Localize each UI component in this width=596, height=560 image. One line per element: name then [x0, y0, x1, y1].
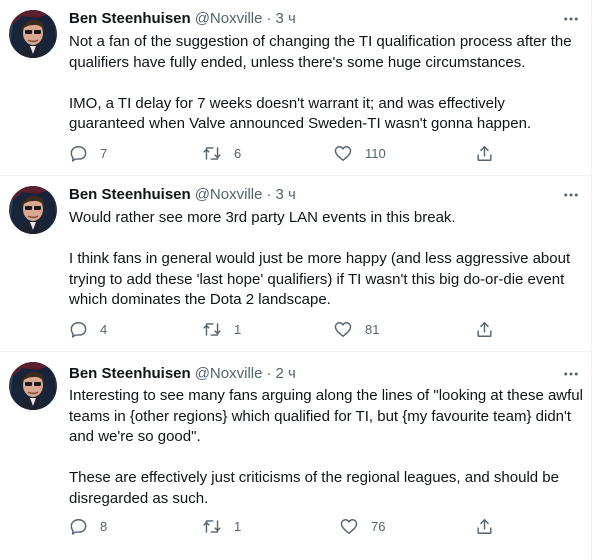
retweet-count: 1: [234, 321, 242, 337]
tweet-actions: 7 6 110: [69, 143, 499, 163]
tweet-timestamp[interactable]: 2 ч: [275, 365, 295, 382]
tweet-actions: 4 1 81: [69, 319, 499, 339]
tweet-text: Not a fan of the suggestion of changing …: [69, 32, 584, 135]
tweet[interactable]: Ben Steenhuisen @Noxville · 3 ч Not a fan o…: [0, 0, 592, 176]
retweet-button[interactable]: 6: [202, 143, 241, 163]
tweet-header: Ben Steenhuisen @Noxville · 3 ч: [69, 185, 296, 205]
tweet-paragraph: Interesting to see many fans arguing alo…: [69, 387, 583, 445]
share-icon: [477, 145, 492, 161]
more-icon: [564, 17, 578, 21]
author-name[interactable]: Ben Steenhuisen: [69, 10, 191, 27]
avatar-image: [9, 10, 57, 58]
tweet[interactable]: Ben Steenhuisen @Noxville · 3 ч Would rathe…: [0, 176, 592, 352]
retweet-count: 6: [234, 145, 242, 161]
avatar[interactable]: [9, 10, 57, 58]
share-icon: [477, 518, 492, 534]
avatar[interactable]: [9, 186, 57, 234]
author-name[interactable]: Ben Steenhuisen: [69, 186, 191, 203]
retweet-icon: [203, 519, 221, 533]
separator-dot: ·: [266, 365, 272, 382]
tweet-timestamp[interactable]: 3 ч: [275, 10, 295, 27]
like-button[interactable]: 76: [339, 516, 385, 536]
heart-icon: [340, 518, 358, 534]
reply-button[interactable]: 7: [69, 143, 107, 163]
reply-button[interactable]: 4: [69, 319, 107, 339]
more-icon: [564, 372, 578, 376]
reply-icon: [70, 321, 87, 338]
avatar[interactable]: [9, 362, 57, 410]
more-options-button[interactable]: [560, 9, 582, 29]
tweet-timestamp[interactable]: 3 ч: [275, 186, 295, 203]
reply-count: 8: [100, 518, 108, 534]
retweet-icon: [203, 322, 221, 336]
reply-count: 4: [100, 321, 108, 337]
reply-button[interactable]: 8: [69, 516, 107, 536]
like-button[interactable]: 81: [333, 319, 379, 339]
more-options-button[interactable]: [560, 185, 582, 205]
share-button[interactable]: [475, 319, 494, 339]
tweet-actions: 8 1 76: [69, 516, 499, 536]
reply-icon: [70, 518, 87, 535]
more-icon: [564, 193, 578, 197]
retweet-icon: [203, 146, 221, 160]
share-button[interactable]: [475, 143, 494, 163]
heart-icon: [334, 145, 352, 161]
tweet-paragraph: I think fans in general would just be mo…: [69, 250, 571, 308]
author-name[interactable]: Ben Steenhuisen: [69, 365, 191, 382]
tweet-text: Interesting to see many fans arguing alo…: [69, 386, 584, 509]
separator-dot: ·: [266, 186, 272, 203]
author-handle[interactable]: @Noxville: [195, 10, 263, 27]
share-button[interactable]: [475, 516, 494, 536]
retweet-button[interactable]: 1: [202, 319, 241, 339]
retweet-button[interactable]: 1: [202, 516, 241, 536]
avatar-image: [9, 362, 57, 410]
separator-dot: ·: [266, 10, 272, 27]
tweet-paragraph: These are effectively just criticisms of…: [69, 469, 559, 507]
retweet-count: 1: [234, 518, 242, 534]
tweet-paragraph: IMO, a TI delay for 7 weeks doesn't warr…: [69, 94, 532, 133]
like-button[interactable]: 110: [333, 143, 386, 163]
like-count: 81: [365, 321, 380, 337]
tweet-paragraph: Would rather see more 3rd party LAN even…: [69, 209, 456, 226]
reply-icon: [70, 145, 87, 162]
share-icon: [477, 321, 492, 337]
author-handle[interactable]: @Noxville: [195, 186, 263, 203]
tweet-text: Would rather see more 3rd party LAN even…: [69, 208, 584, 311]
like-count: 110: [365, 145, 386, 161]
tweet-paragraph: Not a fan of the suggestion of changing …: [69, 33, 572, 71]
reply-count: 7: [100, 145, 108, 161]
tweet-header: Ben Steenhuisen @Noxville · 2 ч: [69, 364, 296, 384]
tweet-header: Ben Steenhuisen @Noxville · 3 ч: [69, 9, 296, 29]
more-options-button[interactable]: [560, 364, 582, 384]
avatar-image: [9, 186, 57, 234]
heart-icon: [334, 321, 352, 337]
like-count: 76: [371, 518, 386, 534]
author-handle[interactable]: @Noxville: [195, 365, 263, 382]
tweet[interactable]: Ben Steenhuisen @Noxville · 2 ч Interesting…: [0, 352, 592, 560]
